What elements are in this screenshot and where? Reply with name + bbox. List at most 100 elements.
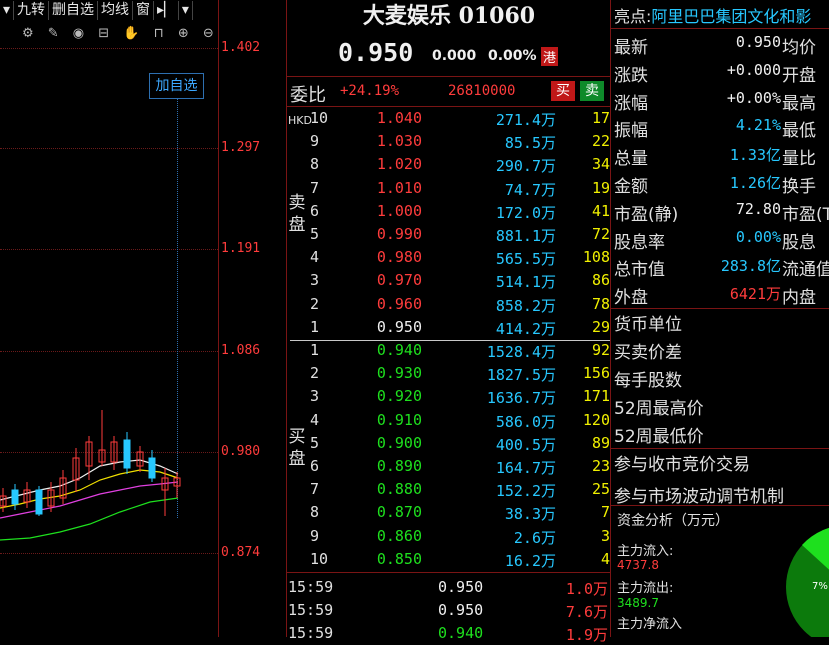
info-label-2: 开盘: [782, 65, 816, 86]
last-price: 0.950: [338, 38, 414, 67]
extra-info-label: 参与收市竞价交易: [614, 455, 750, 475]
price: 0.860: [376, 526, 422, 545]
sell-button[interactable]: 卖: [580, 81, 604, 101]
toolbar-more-icon[interactable]: ▾: [179, 1, 193, 20]
candle: [161, 468, 169, 516]
ask-row[interactable]: 5 0.990 881.1万 72: [288, 223, 610, 246]
ask-row[interactable]: 2 0.960 858.2万 78: [288, 293, 610, 316]
info-value: 6421万: [729, 285, 781, 304]
toolbar-remove-watch[interactable]: 删自选: [49, 1, 99, 20]
toolbar-nine-turn[interactable]: 九转: [14, 1, 50, 20]
bid-row[interactable]: 4 0.910 586.0万 120: [288, 409, 610, 432]
volume: 1528.4万: [486, 343, 556, 361]
entrust-row: 委比 +24.19% 26810000 买 卖: [288, 80, 610, 106]
level: 3: [310, 387, 320, 406]
level: 6: [310, 201, 320, 220]
level: 4: [310, 248, 320, 267]
order-count: 3: [600, 526, 610, 545]
info-row: 总市值 283.8亿 流通值: [612, 252, 829, 281]
info-label: 涨幅: [614, 93, 648, 114]
ask-row[interactable]: 1 0.950 414.2万 29: [288, 316, 610, 339]
bid-row[interactable]: 8 0.870 38.3万 7: [288, 501, 610, 524]
level: 9: [310, 526, 320, 545]
volume: 586.0万: [495, 412, 556, 431]
fund-in-label: 主力流入:: [617, 544, 674, 559]
highlight-label: 亮点:: [614, 7, 652, 26]
ask-row[interactable]: 4 0.980 565.5万 108: [288, 246, 610, 269]
order-count: 156: [582, 364, 610, 383]
divider: [610, 505, 829, 506]
price: 0.930: [376, 364, 422, 383]
chart-tool-icons[interactable]: ⚙ ✎ ◉ ⊟ ✋ ⊓ ⊕ ⊖: [22, 26, 219, 41]
level: 10: [310, 549, 329, 568]
candle: [23, 482, 31, 508]
info-label: 总市值: [614, 260, 665, 281]
order-count: 7: [600, 503, 610, 522]
highlight-row[interactable]: 亮点:阿里巴巴集团文化和影: [614, 3, 811, 27]
bid-row[interactable]: 10 0.850 16.2万 4: [288, 548, 610, 571]
volume: 172.0万: [495, 203, 556, 222]
volume: 1827.5万: [486, 366, 556, 385]
ask-row[interactable]: 8 1.020 290.7万 34: [288, 153, 610, 176]
price: 1.000: [376, 201, 422, 220]
info-value: +0.00%: [726, 88, 781, 107]
volume: 164.7万: [495, 459, 556, 477]
ask-row[interactable]: 7 1.010 74.7万 19: [288, 177, 610, 200]
bid-row[interactable]: 3 0.920 1636.7万 171: [288, 385, 610, 408]
info-row: 金额 1.26亿 换手: [612, 169, 829, 197]
price: 1.010: [376, 178, 422, 197]
toolbar-step-icon[interactable]: ▸▏: [154, 1, 179, 20]
info-label-2: 内盘: [782, 288, 816, 309]
chart-toolbar: ▾ 九转 删自选 均线 窗 ▸▏ ▾: [0, 0, 218, 21]
tick-row: 15:59 0.940 1.9万: [288, 622, 610, 645]
info-label: 外盘: [614, 288, 648, 309]
bid-row[interactable]: 1 0.940 1528.4万 92: [288, 339, 610, 362]
tick-time: 15:59: [288, 624, 334, 642]
info-label-2: 市盈(T: [782, 204, 829, 225]
bid-row[interactable]: 2 0.930 1827.5万 156: [288, 362, 610, 385]
market-volatility-label: 参与市场波动调节机制: [614, 487, 784, 507]
order-count: 4: [600, 549, 610, 568]
chart-divider: [218, 0, 219, 637]
bid-row[interactable]: 6 0.890 164.7万 23: [288, 455, 610, 478]
info-row: 总量 1.33亿 量比: [612, 141, 829, 170]
volume: 1636.7万: [486, 389, 556, 408]
ask-row[interactable]: 3 0.970 514.1万 86: [288, 269, 610, 292]
info-label-2: 股息: [782, 232, 816, 253]
toolbar-moving-average[interactable]: 均线: [98, 1, 134, 20]
ask-row[interactable]: 6 1.000 172.0万 41: [288, 200, 610, 223]
info-label: 总量: [614, 149, 648, 170]
volume: 16.2万: [504, 551, 556, 570]
bid-row[interactable]: 7 0.880 152.2万 25: [288, 478, 610, 501]
ask-row[interactable]: 10 1.040 271.4万 17: [288, 107, 610, 130]
extra-info-label: 52周最高价: [614, 399, 704, 419]
level: 8: [310, 503, 320, 522]
info-value: 4.21%: [735, 116, 781, 135]
price: 1.020: [376, 155, 422, 174]
ask-row[interactable]: 9 1.030 85.5万 22: [288, 130, 610, 153]
toolbar-dropdown[interactable]: ▾: [0, 1, 15, 20]
price-change-pct: 0.00%: [488, 48, 537, 64]
buy-button[interactable]: 买: [551, 81, 575, 101]
order-count: 78: [591, 294, 610, 313]
fund-title: 资金分析（万元）: [617, 513, 729, 529]
toolbar-window[interactable]: 窗: [133, 1, 155, 20]
candlestick-chart[interactable]: [0, 400, 218, 550]
tick-time: 15:59: [288, 578, 334, 596]
fund-in-value: 4737.8: [617, 558, 659, 572]
price: 0.890: [376, 457, 422, 475]
info-label: 最新: [614, 38, 648, 58]
tick-time: 15:59: [288, 601, 334, 619]
price: 0.900: [376, 433, 422, 452]
bid-row[interactable]: 5 0.900 400.5万 89: [288, 432, 610, 455]
price-line: 0.950 0.000 0.00% 港: [288, 38, 610, 70]
add-watchlist-button[interactable]: 加自选: [149, 73, 204, 99]
fund-out-value: 3489.7: [617, 596, 659, 610]
info-row: 涨幅 +0.00% 最高: [612, 86, 829, 114]
axis-label: 0.980: [221, 444, 261, 459]
tick-volume: 7.6万: [565, 603, 608, 621]
bid-row[interactable]: 9 0.860 2.6万 3: [288, 525, 610, 548]
grid-line: [0, 553, 218, 554]
divider: [610, 28, 829, 29]
price: 0.980: [376, 248, 422, 267]
